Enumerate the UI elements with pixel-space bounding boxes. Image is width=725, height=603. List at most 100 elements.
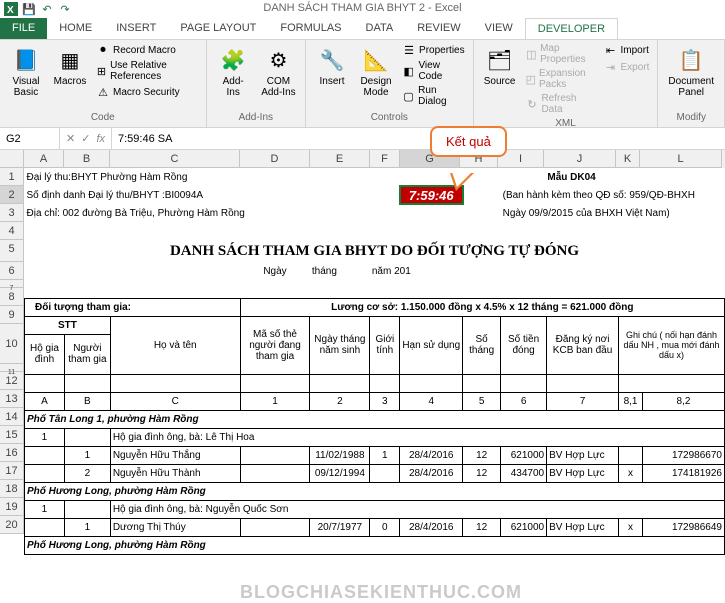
pho2[interactable]: Phố Hương Long, phường Hàm Rồng xyxy=(25,482,725,500)
hdr-nguoi[interactable]: Người tham gia xyxy=(64,334,110,374)
row-11[interactable]: 11 xyxy=(0,364,24,372)
row-1[interactable]: 1 xyxy=(0,168,24,186)
properties-button[interactable]: ☰Properties xyxy=(400,42,467,58)
r14-a[interactable]: 1 xyxy=(25,428,65,446)
design-mode-button[interactable]: 📐Design Mode xyxy=(356,42,396,108)
cell-doi-tuong[interactable]: Đối tượng tham gia: xyxy=(25,298,241,316)
macros-button[interactable]: ▦ Macros xyxy=(50,42,90,100)
undo-icon[interactable]: ↶ xyxy=(40,2,54,16)
document-panel-button[interactable]: 📋Document Panel xyxy=(664,42,718,100)
r19-e[interactable]: 20/7/1977 xyxy=(310,518,370,536)
r16-l[interactable]: 174181926 xyxy=(643,464,725,482)
tab-view[interactable]: VIEW xyxy=(473,18,525,39)
hdr-dangky[interactable]: Đăng ký nơi KCB ban đầu xyxy=(547,316,619,374)
hdr-gioi[interactable]: Giới tính xyxy=(370,316,400,374)
col-F[interactable]: F xyxy=(370,150,400,168)
doc-title[interactable]: DANH SÁCH THAM GIA BHYT DO ĐỐI TƯỢNG TỰ … xyxy=(25,240,725,262)
r19-h[interactable]: 12 xyxy=(463,518,501,536)
tab-file[interactable]: FILE xyxy=(0,18,47,39)
col-L[interactable]: L xyxy=(640,150,722,168)
enter-formula-icon[interactable]: ✓ xyxy=(81,132,90,145)
visual-basic-button[interactable]: 📘 Visual Basic xyxy=(6,42,46,100)
tab-developer[interactable]: DEVELOPER xyxy=(525,18,618,39)
row-5[interactable]: 5 xyxy=(0,240,24,262)
col-B[interactable]: B xyxy=(64,150,110,168)
use-relative-button[interactable]: ⊞Use Relative References xyxy=(94,59,200,83)
r15-g[interactable]: 28/4/2016 xyxy=(400,446,463,464)
tab-insert[interactable]: INSERT xyxy=(104,18,168,39)
r15-l[interactable]: 172986670 xyxy=(643,446,725,464)
hdr-maso[interactable]: Mã số thẻ người đang tham gia xyxy=(240,316,310,374)
cell-I3[interactable]: Ngày 09/9/2015 của BHXH Việt Nam) xyxy=(501,204,725,222)
col-num-81[interactable]: 8,1 xyxy=(619,392,643,410)
col-num-4[interactable]: 4 xyxy=(400,392,463,410)
sheet-content[interactable]: Đại lý thu:BHYT Phường Hàm RồngMẫu DK04 … xyxy=(24,168,725,555)
r19-l[interactable]: 172986649 xyxy=(643,518,725,536)
row-18[interactable]: 18 xyxy=(0,480,24,498)
row-16[interactable]: 16 xyxy=(0,444,24,462)
insert-control-button[interactable]: 🔧Insert xyxy=(312,42,352,108)
r14-c[interactable]: Hộ gia đình ông, bà: Lê Thị Hoa xyxy=(110,428,724,446)
col-letter-B[interactable]: B xyxy=(64,392,110,410)
r19-j[interactable]: BV Hợp Lực xyxy=(547,518,619,536)
row-3[interactable]: 3 xyxy=(0,204,24,222)
spreadsheet-grid[interactable]: A B C D E F G H I J K L 1 2 3 4 5 6 7 8 … xyxy=(0,150,725,168)
tab-page-layout[interactable]: PAGE LAYOUT xyxy=(168,18,268,39)
redo-icon[interactable]: ↷ xyxy=(58,2,72,16)
r16-j[interactable]: BV Hợp Lực xyxy=(547,464,619,482)
col-num-7[interactable]: 7 xyxy=(547,392,619,410)
tab-data[interactable]: DATA xyxy=(354,18,406,39)
export-button[interactable]: ⇥Export xyxy=(602,59,652,75)
r15-e[interactable]: 11/02/1988 xyxy=(310,446,370,464)
addins-button[interactable]: 🧩Add-Ins xyxy=(213,42,254,100)
col-num-2[interactable]: 2 xyxy=(310,392,370,410)
col-num-6[interactable]: 6 xyxy=(501,392,547,410)
row-6[interactable]: 6 xyxy=(0,262,24,280)
tab-review[interactable]: REVIEW xyxy=(405,18,472,39)
r15-h[interactable]: 12 xyxy=(463,446,501,464)
import-button[interactable]: ⇤Import xyxy=(602,42,652,58)
r15-i[interactable]: 621000 xyxy=(501,446,547,464)
r15-b[interactable]: 1 xyxy=(64,446,110,464)
cell-A3[interactable]: Địa chỉ: 002 đường Bà Triệu, Phường Hàm … xyxy=(25,204,400,222)
r15-c[interactable]: Nguyễn Hữu Thắng xyxy=(110,446,240,464)
hdr-stt[interactable]: STT xyxy=(25,316,111,334)
col-num-5[interactable]: 5 xyxy=(463,392,501,410)
row-14[interactable]: 14 xyxy=(0,408,24,426)
r16-e[interactable]: 09/12/1994 xyxy=(310,464,370,482)
pho3[interactable]: Phố Hương Long, phường Hàm Rồng xyxy=(25,536,725,554)
r18-a[interactable]: 1 xyxy=(25,500,65,518)
run-dialog-button[interactable]: ▢Run Dialog xyxy=(400,84,467,108)
col-E[interactable]: E xyxy=(310,150,370,168)
view-code-button[interactable]: ◧View Code xyxy=(400,59,467,83)
row-12[interactable]: 12 xyxy=(0,372,24,390)
cell-I1[interactable]: Mẫu DK04 xyxy=(501,168,643,186)
r16-i[interactable]: 434700 xyxy=(501,464,547,482)
formula-input[interactable]: 7:59:46 SA xyxy=(112,133,725,145)
col-D[interactable]: D xyxy=(240,150,310,168)
r16-h[interactable]: 12 xyxy=(463,464,501,482)
cell-date-ngay[interactable]: Ngày xyxy=(240,262,310,280)
tab-home[interactable]: HOME xyxy=(47,18,104,39)
name-box[interactable]: G2 xyxy=(0,128,60,149)
hdr-ngaysinh[interactable]: Ngày tháng năm sinh xyxy=(310,316,370,374)
source-button[interactable]: 🗂Source xyxy=(480,42,520,116)
hdr-ghichu[interactable]: Ghi chú ( nối hạn đánh dấu NH , mua mới … xyxy=(619,316,725,374)
pho1[interactable]: Phố Tân Long 1, phường Hàm Rồng xyxy=(25,410,725,428)
macro-security-button[interactable]: ⚠Macro Security xyxy=(94,84,200,100)
hdr-hogd[interactable]: Hộ gia đình xyxy=(25,334,65,374)
refresh-data-button[interactable]: ↻Refresh Data xyxy=(524,92,598,116)
hdr-sothang[interactable]: Số tháng xyxy=(463,316,501,374)
r18-c[interactable]: Hộ gia đình ông, bà: Nguyễn Quốc Sơn xyxy=(110,500,724,518)
r19-g[interactable]: 28/4/2016 xyxy=(400,518,463,536)
cancel-formula-icon[interactable]: ✕ xyxy=(66,132,75,145)
col-C[interactable]: C xyxy=(110,150,240,168)
col-num-1[interactable]: 1 xyxy=(240,392,310,410)
r19-i[interactable]: 621000 xyxy=(501,518,547,536)
r16-b[interactable]: 2 xyxy=(64,464,110,482)
col-J[interactable]: J xyxy=(544,150,616,168)
fx-icon[interactable]: fx xyxy=(96,133,105,145)
row-2[interactable]: 2 xyxy=(0,186,24,204)
row-13[interactable]: 13 xyxy=(0,390,24,408)
select-all-corner[interactable] xyxy=(0,150,24,168)
